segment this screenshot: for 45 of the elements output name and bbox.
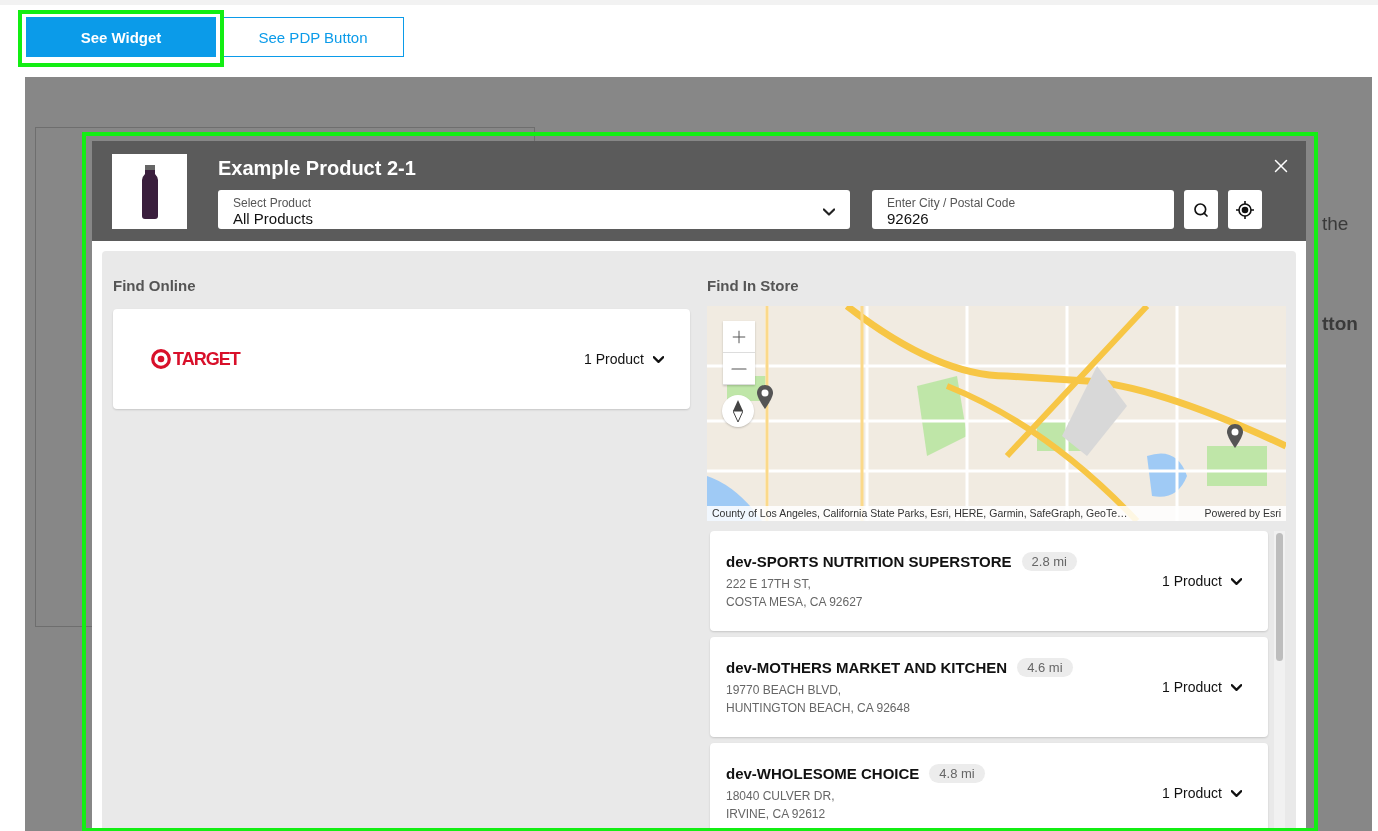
distance-tag: 4.6 mi — [1017, 657, 1073, 677]
store-address: HUNTINGTON BEACH, CA 92648 — [726, 699, 911, 717]
store-name: dev-SPORTS NUTRITION SUPERSTORE — [726, 552, 1012, 570]
search-button[interactable] — [1184, 190, 1218, 229]
products-dropdown[interactable]: 1 Product — [1162, 573, 1242, 589]
distance-tag: 2.8 mi — [1021, 551, 1077, 571]
bottle-icon — [141, 164, 158, 219]
map-credit: Powered by Esri — [1204, 506, 1281, 521]
distance-tag: 4.8 mi — [929, 763, 985, 783]
background-text: the — [1322, 213, 1349, 235]
bullseye-icon — [151, 349, 171, 369]
background-text: tton — [1322, 313, 1358, 335]
map-pin-icon[interactable] — [1227, 424, 1243, 448]
retailer-logo-text: TARGET — [173, 348, 240, 370]
dialog-title: Example Product 2-1 — [218, 157, 417, 179]
compass-icon — [733, 400, 743, 422]
chevron-down-icon — [823, 207, 835, 216]
chevron-down-icon — [1231, 683, 1242, 691]
search-icon — [1193, 201, 1209, 218]
product-select[interactable]: Select Product All Products — [218, 190, 850, 229]
products-dropdown[interactable]: 1 Product — [1162, 679, 1242, 695]
store-card[interactable]: dev-WHOLESOME CHOICE 4.8 mi 18040 CULVER DR, IRVINE, CA 92612 1 Product — [710, 743, 1268, 831]
store-name: dev-WHOLESOME CHOICE — [726, 764, 920, 782]
products-dropdown[interactable]: 1 Product — [1162, 785, 1242, 801]
chevron-down-icon — [653, 355, 664, 363]
locate-button[interactable] — [1228, 190, 1262, 229]
minus-icon — [731, 367, 747, 370]
map-attribution: County of Los Angeles, California State Parks, Esri, HERE, Garmin, SafeGraph, GeoTe… — [712, 506, 1128, 521]
chevron-down-icon — [1231, 789, 1242, 797]
store-card[interactable]: dev-MOTHERS MARKET AND KITCHEN 4.6 mi 19770 BEACH BLVD, HUNTINGTON BEACH, CA 92648 1 Product — [710, 637, 1268, 737]
chevron-down-icon — [1231, 577, 1242, 585]
section-heading: Find Online — [113, 277, 197, 295]
section-heading: Find In Store — [707, 277, 800, 295]
map-pin-icon[interactable] — [757, 385, 773, 409]
store-name: dev-MOTHERS MARKET AND KITCHEN — [726, 658, 1008, 676]
store-address: 19770 BEACH BLVD, — [726, 681, 843, 699]
store-address: 222 E 17TH ST, — [726, 575, 812, 593]
store-address: COSTA MESA, CA 92627 — [726, 593, 864, 611]
store-address: 18040 CULVER DR, — [726, 787, 836, 805]
scrollbar[interactable] — [1274, 531, 1285, 831]
store-address: IRVINE, CA 92612 — [726, 805, 827, 823]
products-dropdown[interactable]: 1 Product — [584, 351, 664, 367]
location-field[interactable]: Enter City / Postal Code 92626 — [872, 190, 1174, 229]
store-card[interactable]: dev-SPORTS NUTRITION SUPERSTORE 2.8 mi 222 E 17TH ST, COSTA MESA, CA 92627 1 Product — [710, 531, 1268, 631]
crosshair-icon — [1236, 200, 1254, 219]
